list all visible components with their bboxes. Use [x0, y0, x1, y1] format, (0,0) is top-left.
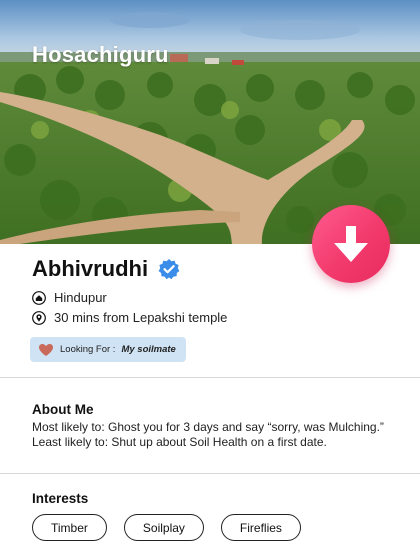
verified-check-icon — [158, 259, 180, 280]
interest-chip[interactable]: Fireflies — [220, 514, 301, 541]
location-text: Hindupur — [54, 290, 107, 305]
profile-name: Abhivrudhi — [32, 256, 149, 281]
brand-logo: Hosachiguru — [32, 42, 169, 67]
distance-text: 30 mins from Lepakshi temple — [54, 310, 228, 325]
section-divider — [0, 377, 420, 378]
interests-list: Timber Soilplay Fireflies — [32, 514, 301, 541]
looking-for-value: My soilmate — [121, 344, 176, 355]
down-arrow-icon — [334, 226, 368, 262]
map-pin-icon — [32, 310, 46, 325]
looking-for-label: Looking For : — [60, 344, 116, 355]
location-row: Hindupur — [32, 290, 107, 305]
home-icon — [32, 290, 46, 305]
section-divider — [0, 473, 420, 474]
download-button[interactable] — [312, 205, 390, 283]
profile-header: Abhivrudhi — [32, 256, 180, 282]
interest-chip[interactable]: Timber — [32, 514, 107, 541]
about-title: About Me — [32, 402, 94, 417]
heart-icon — [39, 343, 53, 356]
interests-title: Interests — [32, 491, 89, 506]
about-line-2: Least likely to: Shut up about Soil Heal… — [32, 435, 327, 449]
distance-row: 30 mins from Lepakshi temple — [32, 310, 227, 325]
looking-for-badge: Looking For : My soilmate — [30, 337, 186, 362]
interest-chip[interactable]: Soilplay — [123, 514, 204, 541]
about-line-1: Most likely to: Ghost you for 3 days and… — [32, 420, 384, 434]
